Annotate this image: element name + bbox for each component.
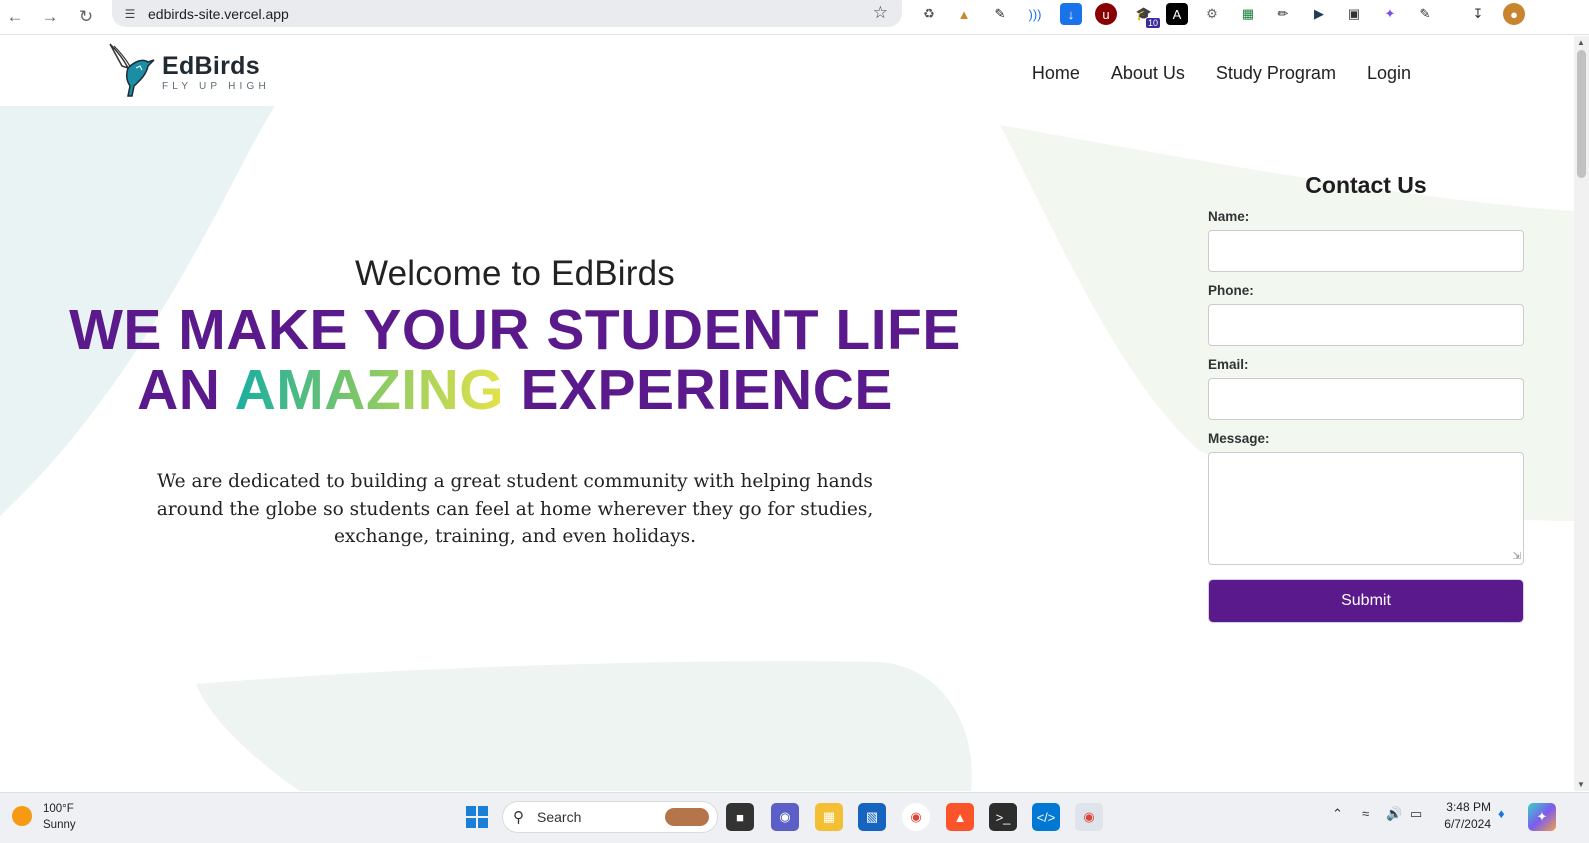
graduation-cap-icon[interactable]: 🎓 10 (1133, 3, 1160, 28)
email-label: Email: (1208, 357, 1249, 372)
copilot-icon[interactable]: ✦ (1528, 803, 1556, 831)
sparkle-icon[interactable]: ✦ (1379, 3, 1401, 25)
task-view-icon[interactable]: ■ (726, 803, 754, 831)
phone-input[interactable] (1208, 304, 1524, 346)
search-icon: ⚲ (513, 809, 524, 826)
wifi-icon[interactable]: ≈ (1362, 806, 1369, 821)
gear-icon[interactable]: ⚙ (1201, 3, 1223, 25)
clock-time: 3:48 PM (1446, 800, 1491, 814)
site-info-icon[interactable]: ☰ (122, 6, 138, 22)
notification-bell-icon[interactable]: ♦ (1498, 806, 1505, 821)
hero-section: Welcome to EdBirds WE MAKE YOUR STUDENT … (60, 254, 970, 551)
teams-chat-icon[interactable]: ◉ (771, 803, 799, 831)
name-input[interactable] (1208, 230, 1524, 272)
show-hidden-icons-icon[interactable]: ⌃ (1332, 806, 1343, 822)
vscode-icon[interactable]: </> (1032, 803, 1060, 831)
ublock-icon[interactable]: u (1095, 3, 1117, 25)
volume-icon[interactable]: 🔊 (1386, 806, 1402, 822)
download-arrow-icon[interactable]: ↓ (1060, 3, 1082, 25)
weather-temperature: 100°F (43, 803, 74, 815)
name-label: Name: (1208, 209, 1250, 224)
bookmark-star-icon[interactable]: ☆ (873, 3, 888, 23)
spartan-helmet-icon[interactable]: ▲ (953, 3, 975, 25)
chrome-profile-icon[interactable]: ◉ (1075, 803, 1103, 831)
file-explorer-icon[interactable]: ▦ (815, 803, 843, 831)
email-input[interactable] (1208, 378, 1524, 420)
hummingbird-logo-icon (109, 43, 155, 97)
site-header: EdBirds FLY UP HIGH Home About Us Study … (0, 36, 1574, 106)
system-clock[interactable]: 3:48 PM 6/7/2024 (1441, 799, 1491, 833)
battery-icon[interactable]: ▭ (1410, 806, 1422, 822)
sun-icon (12, 806, 32, 826)
headline-experience: EXPERIENCE (520, 358, 893, 422)
calendar-icon[interactable]: ▦ (1237, 3, 1259, 25)
nav-about-us[interactable]: About Us (1111, 63, 1185, 84)
downloads-icon[interactable]: ↧ (1467, 3, 1489, 25)
url-text[interactable]: edbirds-site.vercel.app (148, 6, 289, 22)
eyedropper-icon[interactable]: ✎ (989, 3, 1011, 25)
terminal-icon[interactable]: >_ (989, 803, 1017, 831)
profile-avatar-icon[interactable]: ● (1503, 3, 1525, 25)
site-logo[interactable]: EdBirds FLY UP HIGH (108, 42, 270, 98)
scroll-down-icon[interactable]: ▼ (1577, 780, 1585, 789)
browser-toolbar: ← → ↻ ☰ edbirds-site.vercel.app ☆ ♻ ▲ ✎ … (0, 0, 1589, 35)
logo-name: EdBirds (162, 52, 260, 80)
nav-study-program[interactable]: Study Program (1216, 63, 1336, 84)
address-bar[interactable]: ☰ edbirds-site.vercel.app ☆ (112, 0, 902, 27)
reload-icon[interactable]: ↻ (73, 4, 99, 30)
weather-description: Sunny (43, 819, 76, 831)
clock-date: 6/7/2024 (1444, 817, 1491, 831)
phone-label: Phone: (1208, 283, 1254, 298)
page-viewport: EdBirds FLY UP HIGH Home About Us Study … (0, 36, 1574, 791)
video-icon[interactable]: ▶ (1308, 3, 1330, 25)
windows-start-icon[interactable] (463, 803, 491, 831)
screenshot-icon[interactable]: ▣ (1343, 3, 1365, 25)
puzzle-icon[interactable]: ✎ (1414, 3, 1436, 25)
nav-home[interactable]: Home (1032, 63, 1080, 84)
contact-form: Contact Us Name: Phone: Email: Message: … (1208, 172, 1524, 622)
headline-line-1: WE MAKE YOUR STUDENT LIFE (69, 298, 961, 362)
search-highlight-icon (665, 808, 709, 826)
hero-headline: WE MAKE YOUR STUDENT LIFE AN AMAZING EXP… (60, 300, 970, 420)
square-a-icon[interactable]: A (1166, 3, 1188, 25)
hero-description: We are dedicated to building a great stu… (156, 471, 874, 547)
weather-widget[interactable]: 100°F Sunny (12, 801, 76, 833)
taskbar-search[interactable]: ⚲ Search (502, 801, 718, 833)
message-label: Message: (1208, 431, 1270, 446)
forward-icon[interactable]: → (37, 4, 63, 30)
page-scrollbar[interactable]: ▲ ▼ (1574, 36, 1589, 791)
brave-browser-icon[interactable]: ▲ (946, 803, 974, 831)
wifi-signal-icon[interactable]: ))) (1024, 3, 1046, 25)
chrome-icon[interactable]: ◉ (902, 803, 930, 831)
nav-login[interactable]: Login (1367, 63, 1411, 84)
headline-amazing: AMAZING (234, 358, 505, 422)
headline-line-2: AN AMAZING EXPERIENCE (60, 360, 970, 420)
message-textarea[interactable]: ⇲ (1208, 452, 1524, 565)
search-label: Search (537, 809, 582, 825)
extension-badge: 10 (1145, 18, 1160, 28)
contact-title: Contact Us (1305, 172, 1427, 198)
pen-icon[interactable]: ✏ (1272, 3, 1294, 25)
submit-button[interactable]: Submit (1209, 580, 1523, 622)
headline-an: AN (137, 358, 221, 422)
scroll-up-icon[interactable]: ▲ (1577, 38, 1585, 47)
back-icon[interactable]: ← (2, 4, 28, 30)
windows-taskbar: 100°F Sunny ⚲ Search ■ ◉ ▦ ▧ ◉ ▲ >_ </> … (0, 792, 1589, 843)
welcome-heading: Welcome to EdBirds (354, 254, 676, 293)
logo-tagline: FLY UP HIGH (162, 81, 270, 92)
background-blob-bottom (196, 661, 972, 791)
microsoft-store-icon[interactable]: ▧ (858, 803, 886, 831)
recycle-icon[interactable]: ♻ (918, 3, 940, 25)
main-navigation: Home About Us Study Program Login (1032, 63, 1411, 84)
scrollbar-thumb[interactable] (1577, 50, 1586, 178)
resize-grip-icon[interactable]: ⇲ (1513, 551, 1521, 562)
